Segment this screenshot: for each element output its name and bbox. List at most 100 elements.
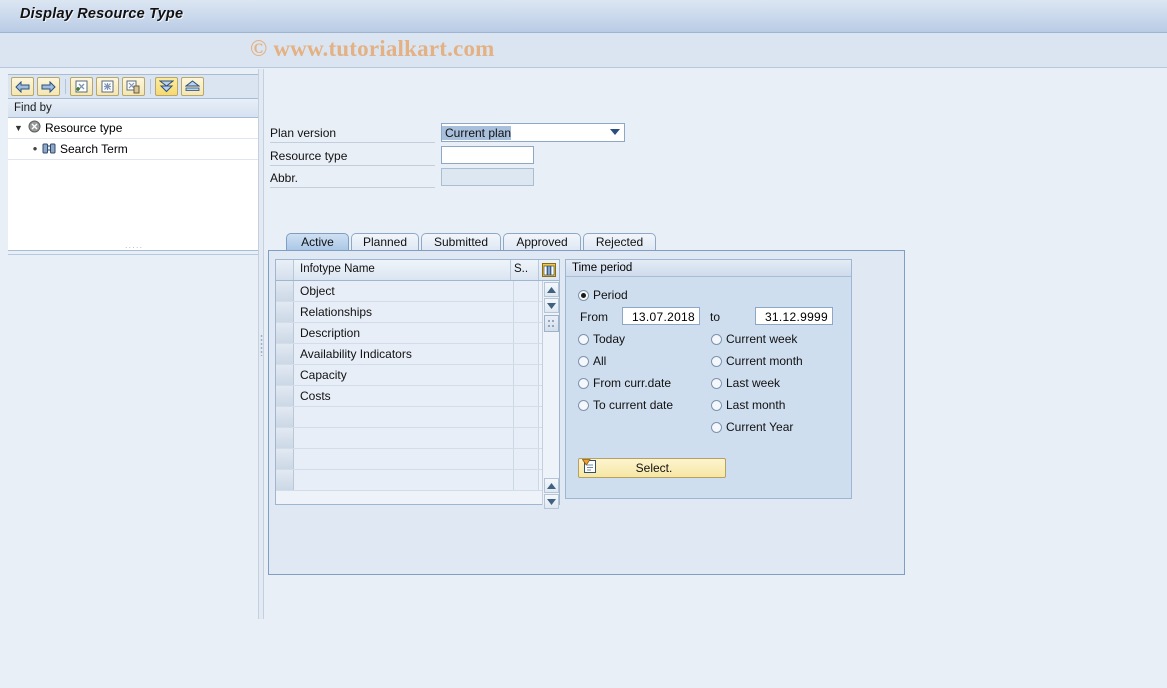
table-row[interactable]: Object	[276, 281, 559, 302]
plan-version-value: Current plan	[442, 126, 511, 140]
clear-entry-button[interactable]	[96, 77, 119, 96]
radio-last-month[interactable]: Last month	[711, 398, 785, 412]
table-row[interactable]	[276, 470, 559, 491]
create-entry-button[interactable]	[70, 77, 93, 96]
table-row[interactable]: Capacity	[276, 365, 559, 386]
row-selector[interactable]	[276, 344, 294, 364]
tree-node-search-term[interactable]: • Search Term	[8, 139, 259, 160]
select-all-cell[interactable]	[276, 260, 294, 280]
collapse-all-button[interactable]	[155, 77, 178, 96]
radio-period[interactable]: Period	[578, 288, 628, 302]
clear-entry-icon	[100, 80, 115, 94]
cell-s	[514, 407, 539, 427]
row-selector[interactable]	[276, 428, 294, 448]
cell-infotype-name	[294, 470, 514, 490]
find-by-tree: ▼ Resource type • Search Term	[8, 118, 260, 251]
radio-today[interactable]: Today	[578, 332, 625, 346]
window-title-bar: Display Resource Type	[0, 0, 1167, 33]
radio-to-current-date[interactable]: To current date	[578, 398, 673, 412]
row-selector[interactable]	[276, 449, 294, 469]
table-row[interactable]: Relationships	[276, 302, 559, 323]
panel-splitter[interactable]	[258, 69, 264, 619]
column-header-s[interactable]: S..	[511, 260, 539, 280]
cell-infotype-name: Availability Indicators	[294, 344, 514, 364]
table-vertical-scrollbar[interactable]	[542, 281, 559, 505]
watermark-text: © www.tutorialkart.com	[250, 36, 495, 62]
find-by-panel: Find by ▼ Resource type • Search Term	[0, 69, 261, 619]
table-row[interactable]	[276, 428, 559, 449]
radio-icon	[578, 400, 589, 411]
bullet-icon: •	[28, 144, 42, 154]
resource-type-input[interactable]	[441, 146, 534, 164]
radio-label: Period	[593, 288, 628, 302]
table-settings-icon[interactable]	[539, 260, 559, 280]
to-date-input[interactable]	[755, 307, 833, 325]
tree-node-resource-type[interactable]: ▼ Resource type	[8, 118, 259, 139]
radio-icon	[578, 290, 589, 301]
cell-s	[514, 365, 539, 385]
table-row[interactable]	[276, 449, 559, 470]
tree-resize-grip[interactable]: ·····	[8, 245, 260, 252]
cell-s	[514, 281, 539, 301]
object-circle-icon	[28, 120, 41, 136]
sidebar-lower-area	[8, 254, 260, 688]
sidebar-toolbar	[8, 74, 260, 99]
from-date-input[interactable]	[622, 307, 700, 325]
table-body: Object Relationships Description	[276, 281, 559, 491]
radio-last-week[interactable]: Last week	[711, 376, 780, 390]
tab-rejected[interactable]: Rejected	[583, 233, 656, 251]
binoculars-icon	[42, 142, 56, 157]
find-by-header: Find by	[8, 100, 260, 118]
tab-content-panel: Infotype Name S.. Object	[268, 250, 905, 575]
cell-infotype-name: Relationships	[294, 302, 514, 322]
abbr-label: Abbr.	[270, 168, 435, 188]
chevron-down-icon[interactable]: ▼	[14, 123, 28, 133]
select-button[interactable]: Select.	[578, 458, 726, 478]
radio-current-week[interactable]: Current week	[711, 332, 797, 346]
table-row[interactable]: Description	[276, 323, 559, 344]
table-row[interactable]: Costs	[276, 386, 559, 407]
plan-version-row: Plan version Current plan	[265, 123, 625, 143]
tab-submitted[interactable]: Submitted	[421, 233, 501, 251]
tab-planned[interactable]: Planned	[351, 233, 419, 251]
resource-type-label: Resource type	[270, 146, 435, 166]
cell-infotype-name: Description	[294, 323, 514, 343]
back-button[interactable]	[11, 77, 34, 96]
radio-label: From curr.date	[593, 376, 671, 390]
radio-icon	[711, 422, 722, 433]
tab-active[interactable]: Active	[286, 233, 349, 251]
forward-button[interactable]	[37, 77, 60, 96]
scroll-up-button[interactable]	[544, 282, 559, 297]
radio-from-curr-date[interactable]: From curr.date	[578, 376, 671, 390]
row-selector[interactable]	[276, 281, 294, 301]
expand-all-button[interactable]	[181, 77, 204, 96]
delete-entry-button[interactable]	[122, 77, 145, 96]
radio-current-year[interactable]: Current Year	[711, 420, 793, 434]
cell-infotype-name	[294, 449, 514, 469]
radio-label: Current Year	[726, 420, 793, 434]
table-row[interactable]: Availability Indicators	[276, 344, 559, 365]
radio-all[interactable]: All	[578, 354, 606, 368]
tab-approved[interactable]: Approved	[503, 233, 581, 251]
scroll-page-up-button[interactable]	[544, 478, 559, 493]
arrow-left-icon	[15, 81, 30, 93]
scroll-page-down-button[interactable]	[544, 494, 559, 509]
table-row[interactable]	[276, 407, 559, 428]
chevron-down-icon[interactable]	[610, 129, 620, 135]
scroll-thumb[interactable]	[544, 315, 559, 332]
time-period-group: Time period Period From to Today All Fro…	[565, 259, 852, 499]
to-label: to	[710, 310, 720, 324]
row-selector[interactable]	[276, 302, 294, 322]
scroll-down-button[interactable]	[544, 298, 559, 313]
table-header-row: Infotype Name S..	[276, 260, 559, 281]
toolbar-separator-2	[150, 79, 151, 94]
abbr-input[interactable]	[441, 168, 534, 186]
row-selector[interactable]	[276, 386, 294, 406]
radio-current-month[interactable]: Current month	[711, 354, 803, 368]
row-selector[interactable]	[276, 323, 294, 343]
plan-version-select[interactable]: Current plan	[441, 123, 625, 142]
row-selector[interactable]	[276, 365, 294, 385]
column-header-infotype-name[interactable]: Infotype Name	[294, 260, 511, 280]
row-selector[interactable]	[276, 470, 294, 490]
row-selector[interactable]	[276, 407, 294, 427]
